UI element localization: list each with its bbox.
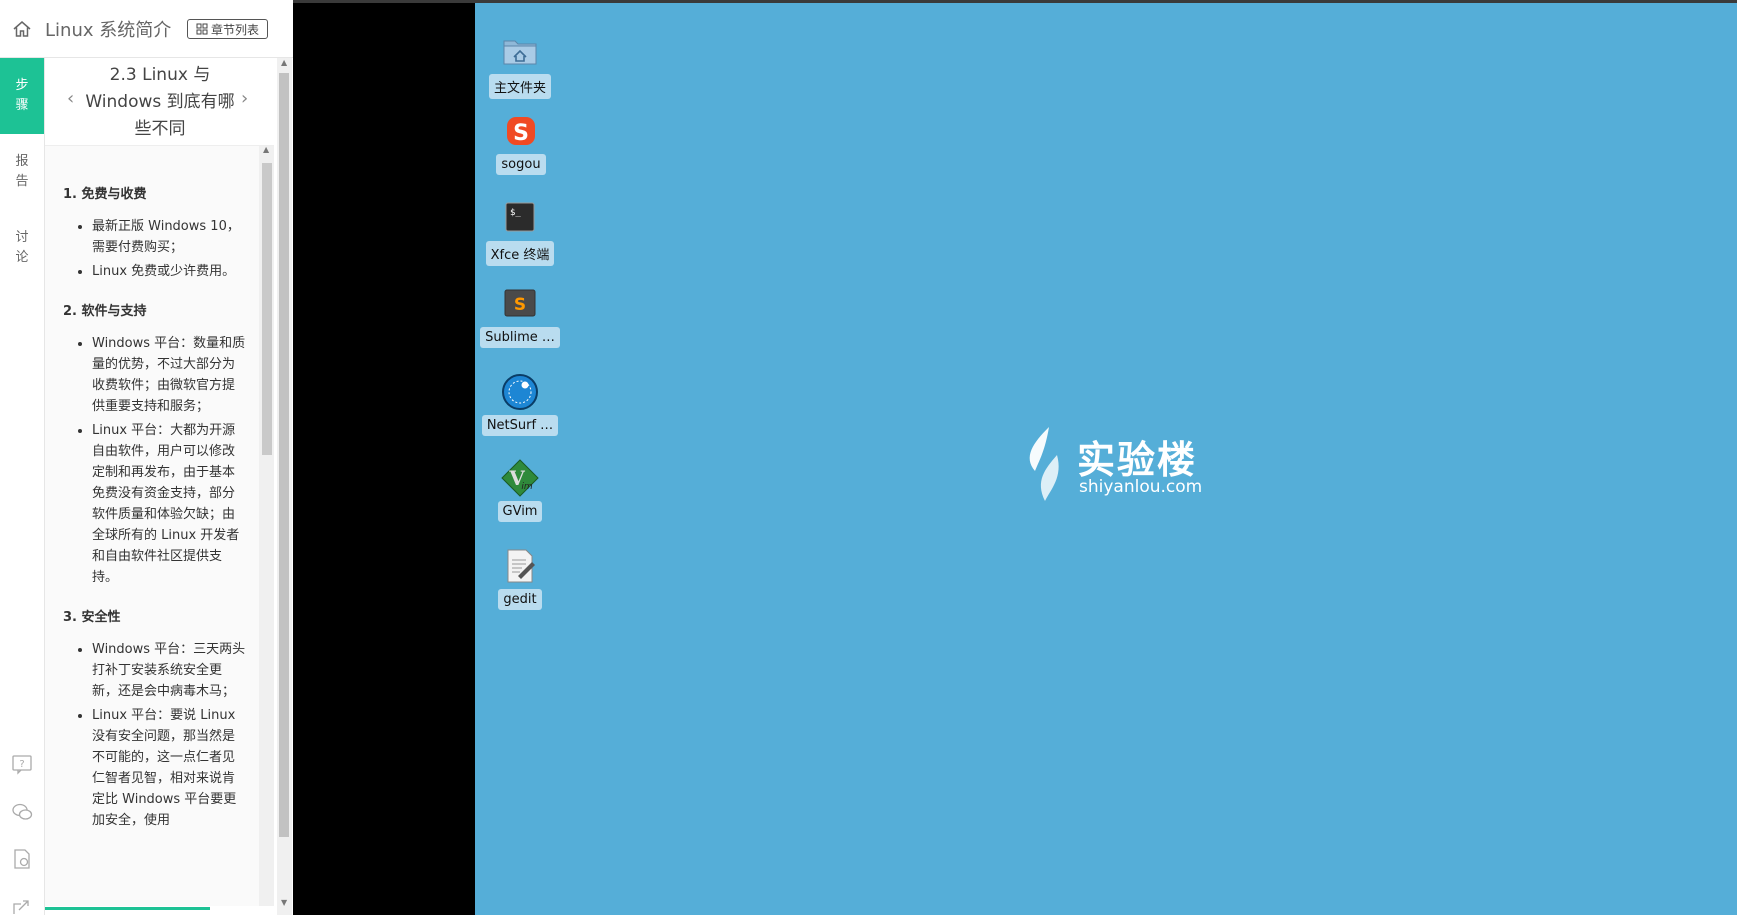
- svg-text:S: S: [513, 121, 529, 146]
- remote-desktop[interactable]: 主文件夹 S sogou $_ Xfce 终端 S Sublime … NetS…: [475, 3, 1737, 915]
- leaf-logo-icon: [1029, 427, 1059, 501]
- tab-report[interactable]: 报告: [0, 134, 44, 210]
- svg-text:?: ?: [19, 759, 24, 770]
- desktop-icon-label: gedit: [498, 589, 542, 610]
- next-step-icon[interactable]: ›: [241, 88, 248, 109]
- logo-domain-text: shiyanlou.com: [1079, 477, 1203, 497]
- tab-discussion[interactable]: 讨论: [0, 210, 44, 286]
- lab-side-panel: Linux 系统简介 章节列表 步骤 报告 讨论 ? ‹ 2.3 Linux 与…: [0, 0, 293, 915]
- chapter-list-button[interactable]: 章节列表: [187, 19, 268, 39]
- scroll-down-icon[interactable]: ▼: [281, 898, 287, 907]
- section-heading: 1. 免费与收费: [63, 187, 147, 202]
- panel-header: Linux 系统简介 章节列表: [0, 0, 293, 58]
- desktop-icon-label: sogou: [496, 154, 546, 175]
- desktop-icon-label: 主文件夹: [488, 74, 551, 99]
- list-item: Linux 平台：大都为开源自由软件，用户可以修改定制和再发布，由于基本免费没有…: [92, 420, 247, 588]
- list-item: Linux 免费或少许费用。: [92, 261, 247, 282]
- course-title[interactable]: Linux 系统简介: [45, 16, 171, 42]
- desktop-icon-gedit[interactable]: gedit: [475, 546, 565, 610]
- scroll-up-icon[interactable]: ▲: [281, 58, 287, 67]
- scroll-up-icon[interactable]: ▲: [263, 145, 269, 154]
- content-scroll-thumb[interactable]: [262, 163, 272, 455]
- tab-steps-label: 步骤: [15, 78, 29, 113]
- sublime-icon: S: [504, 289, 536, 317]
- list-item: 最新正版 Windows 10，需要付费购买；: [92, 216, 247, 258]
- desktop-icon-sublime[interactable]: S Sublime …: [475, 284, 565, 348]
- desktop-icon-label: NetSurf …: [481, 415, 559, 436]
- logo-chinese-text: 实验楼: [1077, 438, 1198, 482]
- step-header: ‹ 2.3 Linux 与 Windows 到底有哪些不同 ›: [45, 58, 274, 146]
- sogou-icon: S: [507, 117, 535, 146]
- prev-step-icon[interactable]: ‹: [67, 88, 74, 109]
- terminal-icon: $_: [505, 202, 535, 232]
- panel-scrollbar[interactable]: ▲ ▼: [277, 58, 292, 915]
- desktop-icon-label: Sublime …: [480, 327, 560, 348]
- tab-steps[interactable]: 步骤: [0, 58, 44, 134]
- gedit-icon: [507, 549, 535, 583]
- reading-progress-bar: [45, 907, 210, 910]
- svg-text:S: S: [514, 295, 526, 315]
- desktop-icon-home[interactable]: 主文件夹: [475, 31, 565, 99]
- section-heading: 2. 软件与支持: [63, 304, 147, 319]
- question-icon[interactable]: ?: [11, 753, 33, 775]
- share-icon[interactable]: [11, 896, 33, 915]
- list-item: Windows 平台：三天两头打补丁安装系统安全更新，还是会中病毒木马；: [92, 639, 247, 702]
- desktop-icon-netsurf[interactable]: NetSurf …: [475, 372, 565, 436]
- list-item: Windows 平台：数量和质量的优势，不过大部分为收费软件；由微软官方提供重要…: [92, 333, 247, 417]
- desktop-icon-terminal[interactable]: $_ Xfce 终端: [475, 198, 565, 266]
- desktop-icon-label: Xfce 终端: [485, 241, 555, 266]
- step-content: 1. 免费与收费 最新正版 Windows 10，需要付费购买； Linux 免…: [45, 146, 259, 906]
- section-heading: 3. 安全性: [63, 610, 121, 625]
- tab-discussion-label: 讨论: [15, 230, 29, 265]
- shiyanlou-logo: 实验楼 shiyanlou.com: [1015, 425, 1215, 505]
- list-item: Linux 平台：要说 Linux 没有安全问题，那当然是不可能的，这一点仁者见…: [92, 705, 247, 831]
- gvim-icon: V im: [501, 459, 539, 497]
- grid-icon: [196, 23, 208, 35]
- side-tabs: 步骤 报告 讨论 ?: [0, 58, 45, 915]
- svg-text:im: im: [521, 482, 533, 492]
- desktop-icon-gvim[interactable]: V im GVim: [475, 458, 565, 522]
- content-scrollbar[interactable]: ▲: [259, 145, 274, 906]
- document-settings-icon[interactable]: [11, 848, 33, 870]
- desktop-icon-label: GVim: [497, 501, 543, 522]
- netsurf-icon: [502, 374, 538, 410]
- svg-text:$_: $_: [510, 208, 521, 218]
- tab-report-label: 报告: [15, 154, 29, 189]
- home-icon[interactable]: [12, 19, 32, 39]
- chapter-list-label: 章节列表: [210, 22, 259, 37]
- vnc-gutter: [293, 3, 475, 915]
- step-title: 2.3 Linux 与 Windows 到底有哪些不同: [85, 65, 235, 139]
- home-folder-icon: [503, 40, 537, 65]
- wechat-icon[interactable]: [11, 801, 33, 823]
- panel-scroll-thumb[interactable]: [279, 73, 289, 837]
- desktop-icon-sogou[interactable]: S sogou: [476, 111, 566, 175]
